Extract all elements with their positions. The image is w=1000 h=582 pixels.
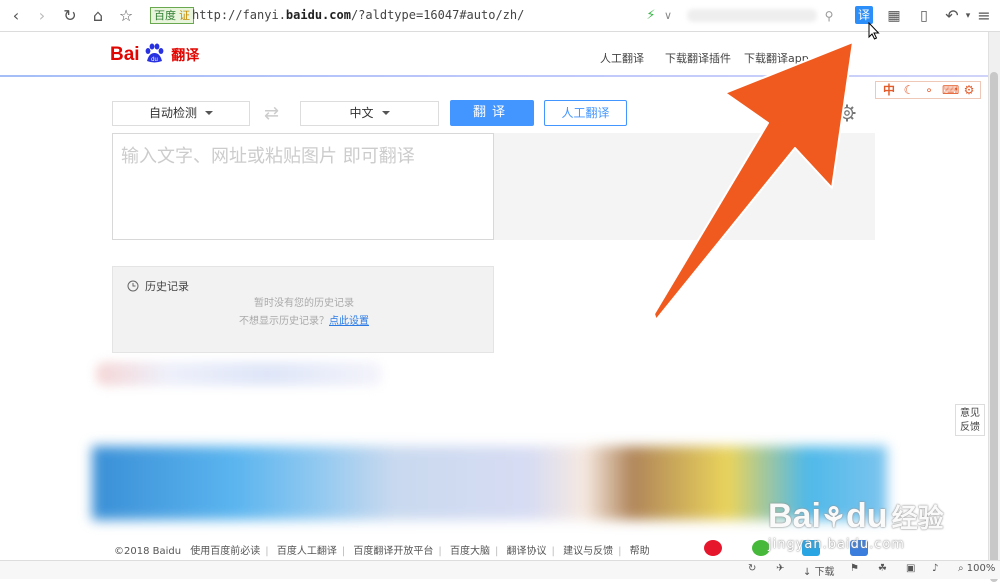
badge-verified-mark: 证 [179,9,190,22]
footer-link[interactable]: 帮助 [630,546,650,557]
chevron-down-icon[interactable]: ∨ [658,6,678,26]
verified-badge: 百度证 [150,7,194,24]
status-leaf-icon[interactable]: ☘ [878,563,887,574]
nav-human-translation[interactable]: 人工翻译 [600,50,644,66]
download-label: 下载 [814,567,835,578]
feedback-button[interactable]: 意见 反馈 [955,404,985,436]
feedback-line1: 意见 [960,408,980,419]
address-bar[interactable]: 百度证 http://fanyi.baidu.com/?aldtype=1604… [148,5,676,27]
footer-link[interactable]: 百度大脑 [450,546,490,557]
status-refresh-icon[interactable]: ↻ [748,563,756,574]
history-disable-line: 不想显示历史记录？点此设置 [113,312,495,327]
history-heading: 历史记录 [127,278,189,294]
dots-icon[interactable]: ∘ [922,82,936,98]
feedback-line2: 反馈 [960,422,980,433]
blurred-content-strip [96,362,382,386]
history-settings-link[interactable]: 点此设置 [329,316,369,327]
footer-separator: | [494,546,499,557]
watermark-paw-icon: ⚘ [820,502,847,533]
chinese-mode-icon[interactable]: 中 [882,82,896,98]
browser-search-input[interactable]: ⚲ [683,6,841,26]
menu-icon[interactable]: ≡ [974,6,994,26]
swap-languages-icon[interactable]: ⇄ [264,103,279,124]
watermark-du: du [846,497,888,535]
clock-icon [127,280,139,292]
zoom-label: 100% [966,563,996,574]
tools-bar: 中 ☾ ∘ ⌨ ⚙ [875,81,981,99]
url-suffix: /?aldtype=16047#auto/zh/ [350,8,525,22]
url-text[interactable]: http://fanyi.baidu.com/?aldtype=16047#au… [192,8,524,22]
footer-separator: | [618,546,622,557]
footer-links: ©2018 Baidu 使用百度前必读 | 百度人工翻译 | 百度翻译开放平台 | 百… [114,542,650,557]
target-language-select[interactable]: 中文 [300,101,439,126]
moon-icon[interactable]: ☾ [902,82,916,98]
footer-separator: | [438,546,442,557]
baidu-fanyi-logo[interactable]: Bai du 翻译 [110,42,199,68]
footer-separator: | [551,546,555,557]
star-icon[interactable]: ☆ [116,6,136,26]
orange-arrow-annotation [653,41,854,321]
weibo-icon[interactable] [704,540,722,556]
baidu-jingyan-watermark: Bai⚘du 经验 jingyan.baidu.com [768,497,944,552]
history-title: 历史记录 [145,280,189,293]
translate-button[interactable]: 翻译 [450,100,534,126]
status-download[interactable]: ↓ 下载 [803,563,835,578]
forward-icon[interactable]: › [32,6,52,26]
target-language-label: 中文 [349,106,374,120]
caret-down-icon [381,111,390,115]
source-language-select[interactable]: 自动检测 [112,101,250,126]
apps-grid-icon[interactable]: ▦ [884,6,904,26]
home-icon[interactable]: ⌂ [88,6,108,26]
human-translation-button[interactable]: 人工翻译 [544,100,627,126]
source-language-label: 自动检测 [148,106,197,120]
browser-toolbar: ‹ › ↻ ⌂ ☆ 百度证 http://fanyi.baidu.com/?al… [0,0,1000,32]
back-icon[interactable]: ‹ [6,6,26,26]
refresh-icon[interactable]: ↻ [60,6,80,26]
browser-status-bar: ↻ ✈ ↓ 下载 ⚑ ☘ ▣ ♪ ⌕ 100% [0,560,1000,579]
history-disable-prefix: 不想显示历史记录？ [239,316,329,327]
keyboard-icon[interactable]: ⌨ [942,82,959,98]
badge-label: 百度 [154,9,176,22]
footer-link[interactable]: 使用百度前必读 [190,546,260,557]
footer-copyright: ©2018 Baidu [114,546,182,557]
status-plane-icon[interactable]: ✈ [776,563,784,574]
watermark-bai: Bai [768,497,821,535]
footer-separator: | [265,546,269,557]
scrollbar[interactable] [988,32,1000,582]
status-window-icon[interactable]: ▣ [906,563,915,574]
url-domain: baidu.com [285,8,351,22]
scrollbar-thumb[interactable] [990,72,998,582]
footer-separator: | [341,546,346,557]
watermark-url: jingyan.baidu.com [768,537,905,552]
settings-gear-icon[interactable]: ⚙ [962,82,976,98]
status-flag-icon[interactable]: ⚑ [850,563,859,574]
footer-link[interactable]: 翻译协议 [507,546,547,557]
input-placeholder: 输入文字、网址或粘贴图片 即可翻译 [121,146,415,167]
history-panel: 历史记录 暂时没有您的历史记录 不想显示历史记录？点此设置 [112,266,494,353]
logo-fanyi: 翻译 [171,48,200,64]
footer-link[interactable]: 百度人工翻译 [277,546,337,557]
url-prefix: http://fanyi. [192,8,286,22]
footer-link[interactable]: 建议与反馈 [563,546,613,557]
logo-du: du [152,57,159,63]
baidu-paw-icon: du [146,43,164,63]
history-empty-text: 暂时没有您的历史记录 [254,298,354,309]
logo-bai: Bai [110,44,140,65]
search-icon[interactable]: ⚲ [819,6,839,26]
blurred-search-text [687,9,817,22]
caret-down-icon [205,111,213,115]
watermark-jingyan: 经验 [891,503,944,533]
status-speaker-icon[interactable]: ♪ [932,563,938,574]
footer-link[interactable]: 百度翻译开放平台 [353,546,433,557]
tablet-icon[interactable]: ▯ [914,6,934,26]
zoom-level[interactable]: ⌕ 100% [958,563,995,574]
source-text-input[interactable]: 输入文字、网址或粘贴图片 即可翻译 [112,133,494,240]
